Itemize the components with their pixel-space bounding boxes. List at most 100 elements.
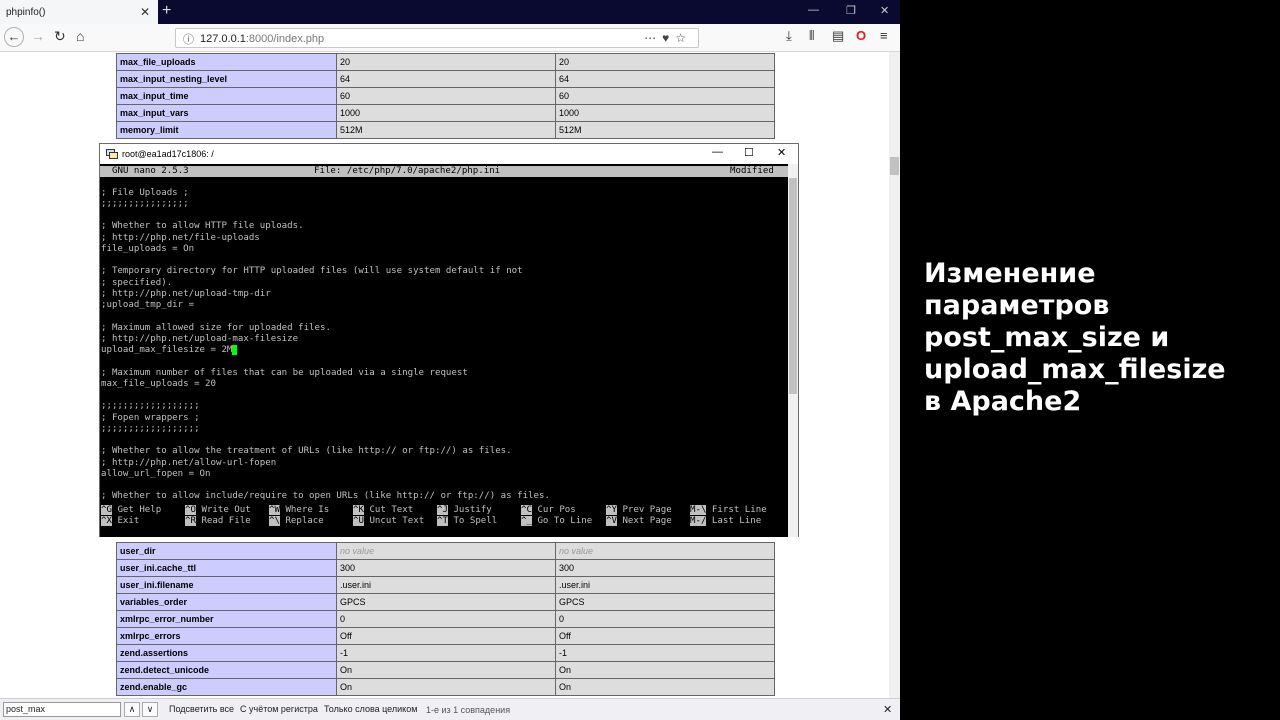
match-case-option[interactable]: С учётом регистра xyxy=(240,704,318,714)
shortcut-key: ^C xyxy=(521,505,532,515)
find-close-icon[interactable]: ✕ xyxy=(883,703,892,716)
local-value: 1000 xyxy=(336,104,556,122)
shortcut-label: Exit xyxy=(117,516,140,526)
downloads-icon[interactable]: ⤓ xyxy=(786,28,792,44)
page-scrollbar[interactable] xyxy=(889,52,900,698)
tab-phpinfo[interactable]: phpinfo() ✕ xyxy=(0,0,158,24)
shortcut-key: ^Y xyxy=(606,505,617,515)
restore-icon[interactable]: ❐ xyxy=(846,4,856,17)
shortcut-key: ^X xyxy=(101,516,112,526)
table-row: user_ini.filename .user.ini .user.ini xyxy=(116,576,775,594)
headline-line: post_max_size и xyxy=(924,322,1170,353)
directive-name: max_input_nesting_level xyxy=(116,70,337,88)
nano-shortcut: ^R Read File xyxy=(185,516,251,527)
back-icon[interactable]: ← xyxy=(4,27,24,47)
nav-bar: ← → ↻ ⌂ ⓘ 127.0.0.1:8000/index.php ⋯♥☆ ⤓… xyxy=(0,24,900,52)
shortcut-key: ^O xyxy=(185,505,196,515)
table-row: max_input_time 60 60 xyxy=(116,87,775,105)
terminal-line: ; http://php.net/upload-max-filesize xyxy=(101,333,299,344)
url-bar[interactable]: ⓘ 127.0.0.1:8000/index.php ⋯♥☆ xyxy=(175,28,699,48)
nano-shortcut: ^K Cut Text xyxy=(353,505,413,516)
text-cursor xyxy=(232,345,238,355)
nano-shortcut: ^J Justify xyxy=(437,505,492,516)
minimize-icon[interactable]: — xyxy=(808,4,819,16)
terminal-titlebar[interactable]: root@ea1ad17c1806: / — ☐ ✕ xyxy=(100,144,798,164)
nano-version: GNU nano 2.5.3 xyxy=(112,166,189,176)
nano-shortcut: ^V Next Page xyxy=(606,516,672,527)
local-value: 300 xyxy=(336,559,556,577)
title-panel: Изменение параметров post_max_size и upload… xyxy=(900,0,1280,720)
shortcut-key: M-\ xyxy=(690,505,707,515)
shortcut-key: ^V xyxy=(606,516,617,526)
terminal-line: ; specified). xyxy=(101,277,173,288)
terminal-line: ; Fopen wrappers ; xyxy=(101,412,200,423)
headline-line: upload_max_filesize xyxy=(924,354,1226,385)
find-status: 1-е из 1 совпадения xyxy=(426,705,511,715)
nano-shortcut: ^U Uncut Text xyxy=(353,516,424,527)
master-value: 20 xyxy=(555,53,775,71)
terminal-title: root@ea1ad17c1806: / xyxy=(122,149,214,159)
shortcut-key: ^\ xyxy=(269,516,280,526)
table-row: max_input_nesting_level 64 64 xyxy=(116,70,775,88)
shortcut-key: ^U xyxy=(353,516,364,526)
find-input[interactable]: post_max xyxy=(3,702,121,717)
master-value: 64 xyxy=(555,70,775,88)
table-row: zend.detect_unicode On On xyxy=(116,661,775,679)
shortcut-label: Last Line xyxy=(711,516,762,526)
local-value: GPCS xyxy=(336,593,556,611)
opera-icon[interactable]: O xyxy=(856,28,866,43)
more-icon[interactable]: ⋯ xyxy=(644,31,662,45)
close-tab-icon[interactable]: ✕ xyxy=(140,5,150,19)
nano-shortcut: ^\ Replace xyxy=(269,516,324,527)
terminal-scrollbar-thumb[interactable] xyxy=(789,178,797,394)
match-case-label: С учётом регистра xyxy=(240,704,318,714)
master-value: 512M xyxy=(555,121,775,139)
reload-icon[interactable]: ↻ xyxy=(54,28,66,45)
nano-shortcut: ^C Cur Pos xyxy=(521,505,576,516)
terminal-line: ; Whether to allow include/require to op… xyxy=(101,491,550,502)
table-row: xmlrpc_error_number 0 0 xyxy=(116,610,775,628)
new-tab-icon[interactable]: + xyxy=(162,2,171,20)
shortcut-label: Write Out xyxy=(201,505,251,515)
library-icon[interactable]: ⫴ xyxy=(809,28,814,44)
local-value: no value xyxy=(336,542,556,560)
terminal-close-icon[interactable]: ✕ xyxy=(777,146,786,159)
local-value: 20 xyxy=(336,53,556,71)
terminal-screen[interactable]: GNU nano 2.5.3 File: /etc/php/7.0/apache… xyxy=(100,164,788,537)
directive-name: max_file_uploads xyxy=(116,53,337,71)
bookmark-star-icon[interactable]: ☆ xyxy=(675,31,692,45)
page-scrollbar-thumb[interactable] xyxy=(890,157,899,175)
find-previous-icon[interactable]: ∧ xyxy=(124,702,140,717)
shortcut-label: Next Page xyxy=(622,516,672,526)
nano-shortcut: ^W Where Is xyxy=(269,505,329,516)
close-window-icon[interactable]: ✕ xyxy=(880,4,889,17)
shortcut-label: Cut Text xyxy=(369,505,414,515)
terminal-scrollbar[interactable] xyxy=(788,164,798,537)
find-next-icon[interactable]: ∨ xyxy=(142,702,158,717)
terminal-line: ;;;;;;;;;;;;;;;; xyxy=(101,198,189,209)
home-icon[interactable]: ⌂ xyxy=(76,28,84,44)
pocket-icon[interactable]: ♥ xyxy=(662,31,675,45)
terminal-maximize-icon[interactable]: ☐ xyxy=(744,146,754,159)
master-value: .user.ini xyxy=(555,576,775,594)
shortcut-key: ^W xyxy=(269,505,280,515)
highlight-all-option[interactable]: Подсветить все xyxy=(169,704,234,714)
master-value: On xyxy=(555,661,775,679)
shortcut-label: To Spell xyxy=(453,516,498,526)
terminal-line: ;;;;;;;;;;;;;;;;;; xyxy=(101,423,200,434)
nano-shortcut: ^G Get Help xyxy=(101,505,161,516)
forward-icon[interactable]: → xyxy=(31,28,45,44)
menu-icon[interactable]: ≡ xyxy=(880,28,888,43)
terminal-line: ;;;;;;;;;;;;;;;;;; xyxy=(101,401,200,412)
terminal-minimize-icon[interactable]: — xyxy=(712,146,723,158)
terminal-window[interactable]: root@ea1ad17c1806: / — ☐ ✕ GNU nano 2.5.… xyxy=(99,143,799,537)
shortcut-label: Prev Page xyxy=(622,505,672,515)
master-value: Off xyxy=(555,627,775,645)
local-value: On xyxy=(336,678,556,696)
nano-shortcut: M-/ Last Line xyxy=(690,516,761,527)
directive-name: xmlrpc_error_number xyxy=(116,610,337,628)
local-value: 64 xyxy=(336,70,556,88)
whole-words-option[interactable]: Только слова целиком xyxy=(324,704,417,714)
info-icon[interactable]: ⓘ xyxy=(183,31,194,47)
sidebar-icon[interactable]: ▤ xyxy=(832,28,844,44)
